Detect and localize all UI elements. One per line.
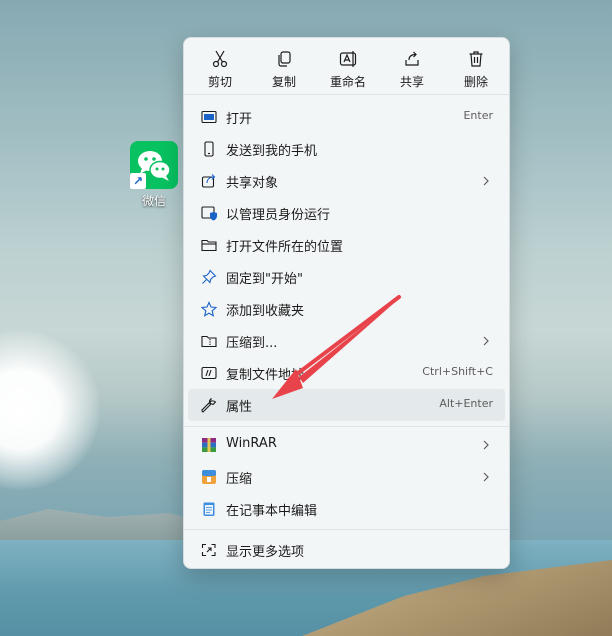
menu-item-label: 发送到我的手机 — [226, 144, 318, 159]
menu-item-label: 固定到"开始" — [226, 272, 303, 287]
menu-item-copy-path[interactable]: 复制文件地址 Ctrl+Shift+C — [188, 357, 505, 389]
desktop-shortcut-wechat[interactable]: ↗ 微信 — [126, 141, 182, 209]
menu-item-label: 显示更多选项 — [226, 545, 305, 560]
notepad-icon — [203, 502, 215, 516]
rename-label: 重命名 — [329, 75, 366, 89]
menu-item-show-more-options[interactable]: 显示更多选项 — [188, 534, 505, 566]
menu-item-compress-to[interactable]: 压缩到... — [188, 325, 505, 357]
delete-label: 删除 — [463, 75, 488, 89]
pin-icon — [202, 269, 217, 284]
chevron-right-icon — [483, 176, 489, 186]
share-with-icon — [201, 174, 216, 188]
share-label: 共享 — [399, 75, 424, 89]
scissors-icon — [212, 50, 228, 68]
menu-divider — [184, 529, 509, 530]
menu-item-shortcut: Enter — [463, 109, 493, 122]
menu-item-label: 属性 — [226, 400, 253, 415]
wechat-icon: ↗ — [130, 141, 178, 189]
menu-item-pin-to-start[interactable]: 固定到"开始" — [188, 261, 505, 293]
menu-item-label: 打开文件所在的位置 — [226, 240, 344, 255]
rename-icon — [339, 51, 357, 67]
wrench-icon — [201, 398, 217, 413]
menu-item-label: 在记事本中编辑 — [226, 504, 318, 519]
archive-icon — [202, 470, 216, 484]
star-icon — [201, 301, 217, 317]
desktop-shortcut-label: 微信 — [141, 194, 166, 208]
copy-label: 复制 — [271, 75, 296, 89]
menu-item-open[interactable]: 打开 Enter — [188, 101, 505, 133]
share-icon — [405, 51, 419, 66]
menu-item-label: 共享对象 — [226, 176, 279, 191]
phone-icon — [204, 141, 214, 157]
chevron-right-icon — [483, 472, 489, 482]
menu-item-properties[interactable]: 属性 Alt+Enter — [188, 389, 505, 421]
menu-item-label: 压缩 — [226, 472, 253, 487]
trash-icon — [469, 51, 483, 67]
menu-divider — [184, 426, 509, 427]
menu-item-add-to-favorites[interactable]: 添加到收藏夹 — [188, 293, 505, 325]
menu-item-shortcut: Ctrl+Shift+C — [422, 365, 493, 378]
more-options-icon — [201, 543, 216, 557]
zip-folder-icon — [201, 335, 217, 348]
context-menu-toolbar: 剪切 复制 重命名 共享 删除 — [184, 38, 509, 94]
admin-shield-icon — [201, 206, 217, 221]
menu-item-label: 打开 — [226, 112, 253, 127]
context-menu: 剪切 复制 重命名 共享 删除 打开 Enter 发送到我的手机 共享对象 以管… — [183, 37, 510, 569]
menu-item-label: 以管理员身份运行 — [226, 208, 331, 223]
menu-item-winrar[interactable]: WinRAR — [188, 429, 505, 461]
shortcut-arrow-icon: ↗ — [130, 173, 146, 189]
copy-button[interactable]: 复制 — [252, 38, 316, 94]
menu-item-share-with[interactable]: 共享对象 — [188, 165, 505, 197]
menu-item-shortcut: Alt+Enter — [439, 397, 493, 410]
copy-icon — [278, 51, 291, 67]
menu-item-compress[interactable]: 压缩 — [188, 461, 505, 493]
menu-item-open-file-location[interactable]: 打开文件所在的位置 — [188, 229, 505, 261]
sun-glow — [0, 330, 100, 490]
chevron-right-icon — [483, 336, 489, 346]
menu-item-run-as-admin[interactable]: 以管理员身份运行 — [188, 197, 505, 229]
menu-item-label: 压缩到... — [226, 336, 278, 351]
share-button[interactable]: 共享 — [380, 38, 444, 94]
delete-button[interactable]: 删除 — [444, 38, 508, 94]
cut-label: 剪切 — [207, 75, 232, 89]
folder-icon — [201, 239, 217, 252]
winrar-icon — [202, 438, 216, 452]
menu-item-label: 复制文件地址 — [226, 368, 305, 383]
chevron-right-icon — [483, 440, 489, 450]
menu-item-label: 添加到收藏夹 — [226, 304, 305, 319]
menu-item-label: WinRAR — [226, 436, 277, 451]
open-app-icon — [201, 110, 217, 124]
copy-path-icon — [201, 366, 217, 380]
menu-divider — [184, 94, 509, 95]
rename-button[interactable]: 重命名 — [316, 38, 380, 94]
menu-item-send-to-phone[interactable]: 发送到我的手机 — [188, 133, 505, 165]
cut-button[interactable]: 剪切 — [188, 38, 252, 94]
menu-item-edit-in-notepad[interactable]: 在记事本中编辑 — [188, 493, 505, 525]
